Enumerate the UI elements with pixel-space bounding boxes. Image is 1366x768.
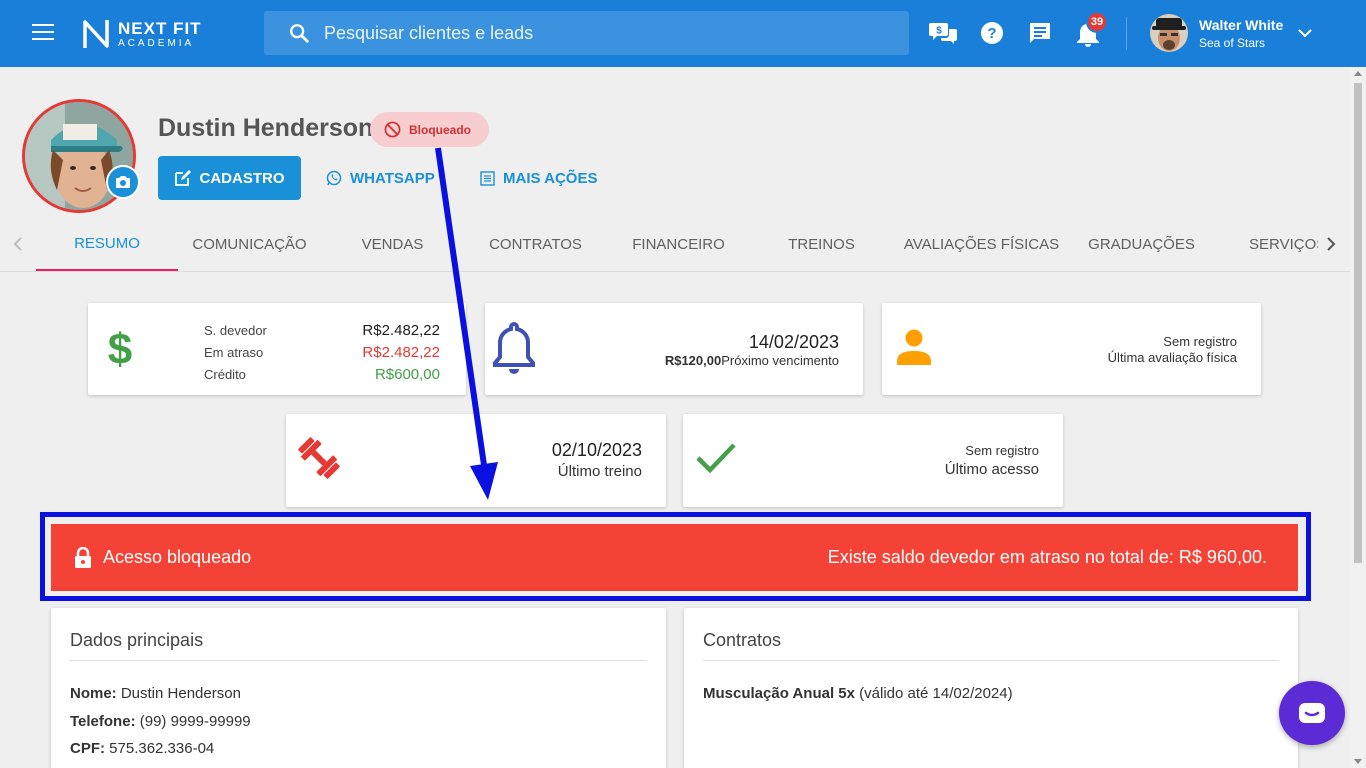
last-access-card: Sem registro Último acesso	[683, 414, 1063, 507]
blocked-icon	[384, 121, 401, 138]
tab-comunicacao[interactable]: COMUNICAÇÃO	[178, 218, 321, 271]
cadastro-button-label: CADASTRO	[199, 169, 285, 187]
annotation-highlight-box	[40, 512, 1311, 601]
section-title: Contratos	[703, 630, 782, 650]
cadastro-button[interactable]: CADASTRO	[158, 156, 301, 200]
finance-label: Crédito	[204, 366, 246, 382]
edit-icon	[174, 170, 191, 186]
dados-principais-card: Dados principais Nome: Dustin Henderson …	[51, 608, 666, 768]
person-icon	[897, 329, 931, 365]
field-value: (99) 9999-99999	[139, 713, 251, 730]
user-subtitle: Sea of Stars	[1199, 36, 1266, 50]
whatsapp-icon	[326, 170, 342, 186]
field-label: Nome:	[70, 685, 117, 702]
finance-label: Em atraso	[204, 344, 264, 360]
tab-avaliacoes-fisicas[interactable]: AVALIAÇÕES FÍSICAS	[893, 218, 1070, 271]
chevron-down-icon[interactable]	[1296, 24, 1314, 47]
field-value: 575.362.336-04	[109, 740, 215, 757]
field-telefone: Telefone: (99) 9999-99999	[70, 713, 251, 730]
finance-row-credito: Crédito R$600,00	[204, 363, 440, 385]
dumbbell-icon	[298, 437, 340, 479]
contratos-card: Contratos Musculação Anual 5x (válido at…	[684, 608, 1298, 768]
logo-subtitle: ACADEMIA	[118, 37, 195, 49]
chat-icon	[1299, 703, 1325, 723]
finance-row-devedor: S. devedor R$2.482,22	[204, 319, 440, 341]
camera-button[interactable]	[106, 165, 140, 199]
tab-resumo[interactable]: RESUMO	[36, 218, 178, 271]
next-due-card: 14/02/2023 R$120,00Próximo vencimento	[485, 303, 863, 395]
whatsapp-button[interactable]: WHATSAPP	[326, 165, 435, 191]
section-divider	[70, 660, 647, 661]
search-input[interactable]	[324, 22, 884, 44]
user-name[interactable]: Walter White	[1199, 17, 1283, 33]
section-title: Dados principais	[70, 630, 204, 650]
mais-acoes-button-label: MAIS AÇÕES	[503, 169, 598, 187]
notification-badge: 39	[1086, 11, 1108, 33]
last-access-value: Sem registro	[965, 443, 1039, 458]
camera-icon	[116, 176, 130, 188]
last-access-label: Último acesso	[944, 461, 1039, 478]
evaluation-card: Sem registro Última avaliação física	[882, 303, 1261, 395]
tab-servicos[interactable]: SERVIÇOS	[1240, 218, 1318, 271]
logo-title: NEXT FIT	[118, 18, 202, 38]
scrollbar-thumb[interactable]	[1354, 83, 1362, 563]
message-icon[interactable]	[1025, 18, 1055, 48]
evaluation-label: Última avaliação física	[1107, 350, 1237, 365]
annotation-arrow	[435, 147, 498, 500]
header-divider	[1126, 17, 1127, 50]
user-avatar[interactable]	[1150, 14, 1188, 52]
next-due-amount: R$120,00	[664, 353, 722, 368]
tab-scroll-left-icon[interactable]	[8, 234, 28, 254]
field-cpf: CPF: 575.362.336-04	[70, 740, 214, 757]
chat-money-icon[interactable]: $	[929, 18, 959, 48]
search-bar[interactable]	[264, 11, 909, 55]
field-nome: Nome: Dustin Henderson	[70, 685, 241, 702]
top-bar: NEXT FIT ACADEMIA $ ? 39 Walter White Se…	[0, 0, 1366, 67]
search-icon	[290, 24, 309, 43]
contract-detail: (válido até 14/02/2024)	[859, 685, 1013, 702]
next-due-date: 14/02/2023	[748, 332, 839, 352]
finance-row-atraso: Em atraso R$2.482,22	[204, 341, 440, 363]
svg-text:$: $	[936, 26, 942, 37]
tab-scroll-right-icon[interactable]	[1321, 234, 1341, 254]
status-badge-label: Bloqueado	[409, 122, 471, 137]
contract-item[interactable]: Musculação Anual 5x (válido até 14/02/20…	[703, 685, 1013, 702]
contract-name: Musculação Anual 5x	[703, 685, 855, 702]
evaluation-value: Sem registro	[1163, 334, 1237, 349]
profile-name: Dustin Henderson	[158, 114, 374, 142]
svg-text:$: $	[108, 325, 132, 371]
logo-mark-icon	[83, 20, 109, 48]
scroll-up-icon[interactable]	[1354, 71, 1362, 76]
field-label: CPF:	[70, 740, 105, 757]
tab-bar: RESUMO COMUNICAÇÃO VENDAS CONTRATOS FINA…	[0, 218, 1350, 272]
menu-icon[interactable]	[32, 24, 54, 42]
help-icon[interactable]: ?	[977, 18, 1007, 48]
field-value: Dustin Henderson	[120, 685, 241, 702]
last-training-label: Último treino	[557, 463, 642, 480]
finance-label: S. devedor	[204, 322, 267, 338]
check-icon	[696, 443, 736, 474]
tab-financeiro[interactable]: FINANCEIRO	[607, 218, 750, 271]
finance-card: $ S. devedor R$2.482,22 Em atraso R$2.48…	[88, 303, 466, 395]
next-due-label: Próximo vencimento	[721, 353, 839, 368]
page-scrollbar[interactable]	[1350, 67, 1366, 768]
last-training-date: 02/10/2023	[551, 440, 642, 460]
svg-text:?: ?	[987, 25, 996, 42]
tab-graduacoes[interactable]: GRADUAÇÕES	[1070, 218, 1213, 271]
section-divider	[703, 660, 1279, 661]
tab-treinos[interactable]: TREINOS	[750, 218, 893, 271]
scroll-down-icon[interactable]	[1354, 759, 1362, 764]
chat-widget-button[interactable]	[1279, 681, 1345, 745]
field-label: Telefone:	[70, 713, 136, 730]
dollar-icon: $	[108, 325, 132, 371]
logo[interactable]: NEXT FIT ACADEMIA	[82, 18, 202, 50]
